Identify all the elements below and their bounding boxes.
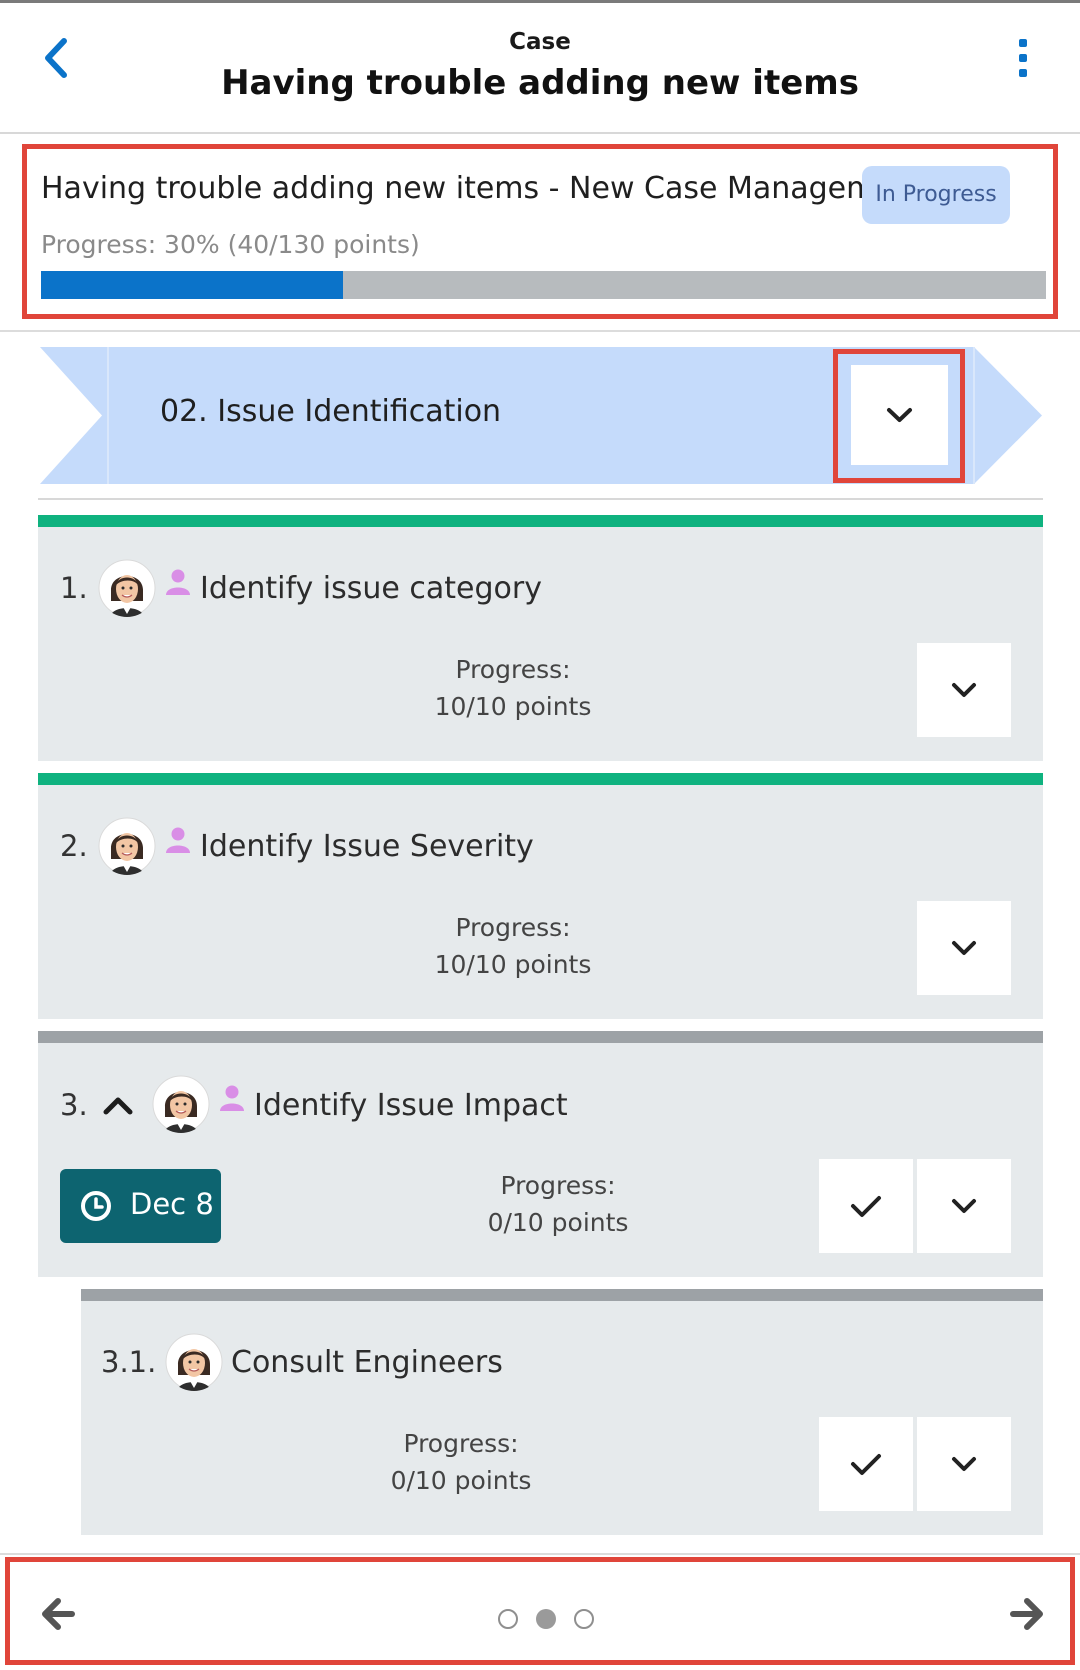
subtask-card: 3.1. Consult Engineers Progress: 0/10 po… bbox=[81, 1289, 1043, 1535]
case-progress-text: Progress: 30% (40/130 points) bbox=[41, 230, 420, 259]
app-header: Case Having trouble adding new items bbox=[0, 3, 1080, 134]
chevron-down-icon bbox=[887, 408, 912, 422]
task-card: 3. Identify Issue Impact Dec 8 Progress:… bbox=[38, 1031, 1043, 1277]
person-icon bbox=[165, 826, 191, 854]
pager-footer bbox=[5, 1557, 1075, 1665]
avatar bbox=[152, 1075, 210, 1133]
status-badge: In Progress bbox=[862, 166, 1010, 224]
stage-expand-button[interactable] bbox=[851, 365, 948, 465]
checkmark-icon bbox=[851, 1454, 881, 1475]
arrow-left-icon bbox=[42, 1598, 75, 1630]
chevron-down-icon bbox=[952, 941, 976, 955]
avatar bbox=[98, 817, 156, 875]
task-title: Identify Issue Impact bbox=[254, 1088, 568, 1123]
collapse-caret-icon[interactable] bbox=[102, 1094, 134, 1118]
divider bbox=[0, 330, 1080, 332]
task-number: 3. bbox=[60, 1088, 88, 1122]
task-progress-label: Progress: bbox=[455, 655, 571, 684]
task-title: Consult Engineers bbox=[231, 1345, 503, 1380]
task-status-bar bbox=[81, 1289, 1043, 1301]
task-expand-button[interactable] bbox=[917, 643, 1011, 737]
case-progress-bar-fill bbox=[41, 271, 343, 299]
avatar bbox=[98, 559, 156, 617]
checkmark-icon bbox=[851, 1196, 881, 1217]
page-dot-active[interactable] bbox=[536, 1609, 556, 1629]
task-progress-label: Progress: bbox=[455, 913, 571, 942]
task-title: Identify issue category bbox=[200, 571, 542, 606]
divider bbox=[38, 498, 1043, 500]
stage-banner: 02. Issue Identification bbox=[40, 347, 1044, 484]
vertical-ellipsis-icon bbox=[1019, 39, 1027, 77]
task-progress-label: Progress: bbox=[500, 1171, 616, 1200]
chevron-down-icon bbox=[952, 683, 976, 697]
task-title: Identify Issue Severity bbox=[200, 829, 534, 864]
page-dot[interactable] bbox=[574, 1609, 594, 1629]
more-actions-button[interactable] bbox=[1010, 33, 1038, 83]
task-number: 1. bbox=[60, 571, 88, 605]
page-title: Having trouble adding new items bbox=[221, 63, 859, 103]
clock-icon bbox=[81, 1191, 111, 1221]
task-status-bar bbox=[38, 1031, 1043, 1043]
record-type-label: Case bbox=[509, 29, 571, 55]
task-card: 2. Identify Issue Severity Progress: 10/… bbox=[38, 773, 1043, 1019]
due-date-label: Dec 8 bbox=[130, 1187, 214, 1221]
case-summary-title: Having trouble adding new items - New Ca… bbox=[41, 171, 925, 206]
case-progress-bar bbox=[41, 271, 1046, 299]
task-number: 2. bbox=[60, 829, 88, 863]
task-expand-button[interactable] bbox=[917, 1417, 1011, 1511]
next-button[interactable] bbox=[1007, 1594, 1047, 1634]
task-status-bar bbox=[38, 515, 1043, 527]
avatar bbox=[165, 1333, 223, 1391]
task-expand-button[interactable] bbox=[917, 901, 1011, 995]
task-progress-label: Progress: bbox=[403, 1429, 519, 1458]
chevron-down-icon bbox=[952, 1199, 976, 1213]
person-icon bbox=[219, 1084, 245, 1112]
task-complete-button[interactable] bbox=[819, 1417, 913, 1511]
task-progress-points: 10/10 points bbox=[434, 950, 592, 979]
task-card: 1. Identify issue category Progress: 10/… bbox=[38, 515, 1043, 761]
task-progress-points: 0/10 points bbox=[390, 1466, 532, 1495]
task-progress-points: 10/10 points bbox=[434, 692, 592, 721]
divider bbox=[0, 1553, 1080, 1555]
task-progress-points: 0/10 points bbox=[487, 1208, 629, 1237]
case-summary-panel: Having trouble adding new items - New Ca… bbox=[22, 144, 1058, 319]
arrow-right-icon bbox=[1010, 1598, 1043, 1630]
task-number: 3.1. bbox=[101, 1345, 157, 1379]
chevron-down-icon bbox=[952, 1457, 976, 1471]
page-dot[interactable] bbox=[498, 1609, 518, 1629]
due-date-button[interactable]: Dec 8 bbox=[60, 1169, 221, 1243]
task-progress: Progress: 0/10 points bbox=[336, 1425, 586, 1499]
task-status-bar bbox=[38, 773, 1043, 785]
task-expand-button[interactable] bbox=[917, 1159, 1011, 1253]
stage-label: 02. Issue Identification bbox=[160, 394, 502, 429]
task-progress: Progress: 10/10 points bbox=[388, 651, 638, 725]
task-progress: Progress: 0/10 points bbox=[433, 1167, 683, 1241]
previous-button[interactable] bbox=[38, 1594, 78, 1634]
task-complete-button[interactable] bbox=[819, 1159, 913, 1253]
person-icon bbox=[165, 568, 191, 596]
task-progress: Progress: 10/10 points bbox=[388, 909, 638, 983]
